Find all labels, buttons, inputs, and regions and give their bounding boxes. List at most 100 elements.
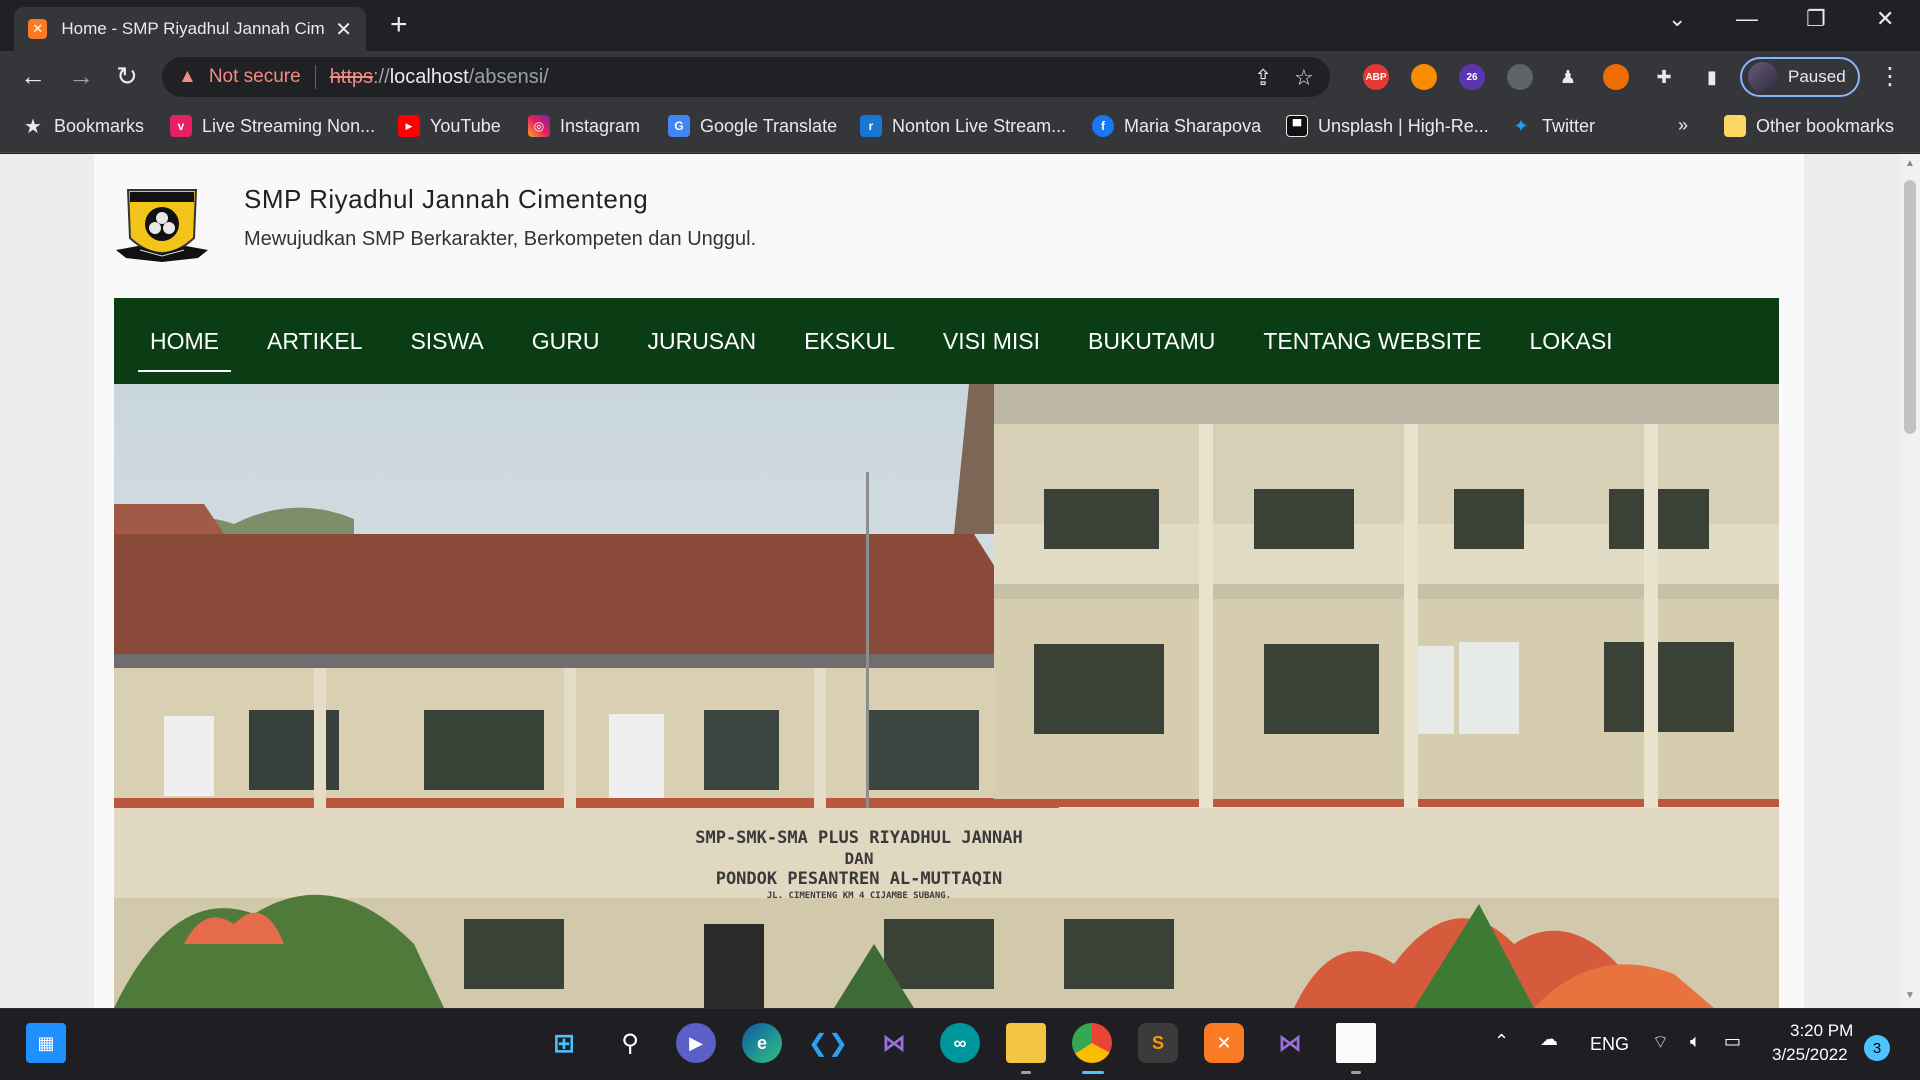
nav-tentang-website[interactable]: TENTANG WEBSITE <box>1251 298 1493 384</box>
puzzle-icon[interactable]: ✚ <box>1651 64 1677 90</box>
nav-home[interactable]: HOME <box>138 298 231 384</box>
edge-icon[interactable]: e <box>742 1023 782 1063</box>
widgets-icon[interactable]: ▦ <box>26 1023 66 1063</box>
bookmarks-overflow-button[interactable]: » <box>1678 115 1688 136</box>
bookmark-stream[interactable]: r Nonton Live Stream... <box>860 115 1066 137</box>
volume-icon[interactable]: 🔈︎ <box>1690 1031 1701 1052</box>
bookmark-star-icon[interactable]: ☆ <box>1294 65 1314 91</box>
scroll-up-icon[interactable]: ▲ <box>1905 158 1915 169</box>
visual-studio-2-icon[interactable]: ⋈ <box>1270 1023 1310 1063</box>
adblock-icon[interactable]: ABP <box>1363 64 1389 90</box>
other-bookmarks[interactable]: Other bookmarks <box>1724 115 1894 137</box>
folder-icon <box>1724 115 1746 137</box>
nav-bukutamu[interactable]: BUKUTAMU <box>1076 298 1227 384</box>
extension-badge-icon[interactable]: 26 <box>1459 64 1485 90</box>
language-indicator[interactable]: ENG <box>1590 1034 1629 1055</box>
bookmark-twitter[interactable]: ✦ Twitter <box>1510 115 1595 137</box>
hero-school-photo: SMP-SMK-SMA PLUS RIYADHUL JANNAH DAN PON… <box>114 384 1779 1008</box>
bookmark-unsplash[interactable]: ▀ Unsplash | High-Re... <box>1286 115 1489 137</box>
bookmark-label: Bookmarks <box>54 115 145 136</box>
hero-sign-line3: PONDOK PESANTREN AL-MUTTAQIN <box>716 869 1003 889</box>
bookmark-label: Google Translate <box>700 115 838 136</box>
restore-icon[interactable]: ❐ <box>1806 6 1826 32</box>
arduino-icon[interactable]: ∞ <box>940 1023 980 1063</box>
bookmarks-bar: ★ Bookmarks v Live Streaming Non... ▶ Yo… <box>0 103 1920 153</box>
xampp-icon: ✕ <box>28 19 48 39</box>
menu-icon[interactable]: ⋮ <box>1878 62 1902 91</box>
bookmark-apps[interactable]: ★ Bookmarks <box>22 115 145 138</box>
tab-bar: ✕ Home - SMP Riyadhul Jannah Cimenteng ✕… <box>0 0 1920 51</box>
bookmark-label: Unsplash | High-Re... <box>1318 115 1489 136</box>
onedrive-icon[interactable]: ☁ <box>1540 1029 1558 1050</box>
nav-ekskul[interactable]: EKSKUL <box>792 298 907 384</box>
notepad-running-indicator <box>1351 1071 1361 1074</box>
warning-icon[interactable]: ▲ <box>178 66 197 88</box>
nav-artikel[interactable]: ARTIKEL <box>255 298 374 384</box>
google-translate-icon: G <box>668 115 690 137</box>
scroll-thumb[interactable] <box>1904 180 1916 434</box>
bookmark-label: Twitter <box>1542 115 1596 136</box>
clock-date[interactable]: 3/25/2022 <box>1772 1045 1848 1065</box>
nav-jurusan[interactable]: JURUSAN <box>635 298 768 384</box>
security-label[interactable]: Not secure <box>209 66 301 88</box>
tab-search-icon[interactable]: ⌄ <box>1668 6 1686 32</box>
browser-tab[interactable]: ✕ Home - SMP Riyadhul Jannah Cimenteng ✕ <box>14 7 366 51</box>
address-bar[interactable]: ▲ Not secure https :// localhost /absens… <box>162 57 1330 97</box>
extension-person-icon[interactable]: ♟ <box>1555 64 1581 90</box>
clock-time[interactable]: 3:20 PM <box>1790 1021 1853 1041</box>
wifi-icon[interactable]: ⌔ <box>1652 1031 1669 1054</box>
extension-moon-icon[interactable] <box>1603 64 1629 90</box>
youtube-icon: ▶ <box>398 115 420 137</box>
xampp-icon[interactable]: ✕ <box>1204 1023 1244 1063</box>
site-title[interactable]: SMP Riyadhul Jannah Cimenteng <box>244 184 648 215</box>
forward-icon[interactable]: → <box>68 61 94 92</box>
share-icon[interactable]: ⇪ <box>1254 65 1272 91</box>
nav-visi-misi[interactable]: VISI MISI <box>931 298 1052 384</box>
side-panel-icon[interactable]: ▮ <box>1699 64 1725 90</box>
reload-icon[interactable]: ↻ <box>116 61 138 92</box>
notepad-icon[interactable] <box>1336 1023 1376 1063</box>
bookmark-facebook[interactable]: f Maria Sharapova <box>1092 115 1261 137</box>
minimize-icon[interactable]: — <box>1736 6 1758 32</box>
stream-icon: r <box>860 115 882 137</box>
chrome-icon[interactable] <box>1072 1023 1112 1063</box>
tray-chevron-icon[interactable]: ⌃ <box>1494 1031 1509 1052</box>
bookmark-instagram[interactable]: ◎ Instagram <box>528 115 640 137</box>
extension-orange-icon[interactable] <box>1411 64 1437 90</box>
bookmark-google-translate[interactable]: G Google Translate <box>668 115 837 137</box>
search-icon[interactable]: ⚲ <box>610 1023 650 1063</box>
nav-guru[interactable]: GURU <box>520 298 612 384</box>
url-host: localhost <box>389 65 469 88</box>
notification-badge[interactable]: 3 <box>1864 1035 1890 1061</box>
unsplash-icon: ▀ <box>1286 115 1308 137</box>
teams-chat-icon[interactable]: ▶ <box>676 1023 716 1063</box>
shield-icon[interactable] <box>1507 64 1533 90</box>
main-navbar: HOME ARTIKEL SISWA GURU JURUSAN EKSKUL V… <box>114 298 1779 384</box>
file-explorer-icon[interactable] <box>1006 1023 1046 1063</box>
page-viewport: SMP Riyadhul Jannah Cimenteng Mewujudkan… <box>0 154 1900 1008</box>
visual-studio-icon[interactable]: ⋈ <box>874 1023 914 1063</box>
back-icon[interactable]: ← <box>20 61 46 92</box>
bookmark-youtube[interactable]: ▶ YouTube <box>398 115 501 137</box>
bookmark-label: Maria Sharapova <box>1124 115 1262 136</box>
other-bookmarks-label: Other bookmarks <box>1756 115 1895 136</box>
profile-button[interactable]: Paused <box>1740 57 1860 97</box>
scroll-down-icon[interactable]: ▼ <box>1905 990 1915 1001</box>
vscode-icon[interactable]: ❮❯ <box>808 1023 848 1063</box>
overflow-label: » <box>1678 115 1689 135</box>
instagram-icon: ◎ <box>528 115 550 137</box>
bookmark-vidio[interactable]: v Live Streaming Non... <box>170 115 375 137</box>
bookmark-label: Nonton Live Stream... <box>892 115 1067 136</box>
start-windows-icon[interactable]: ⊞ <box>544 1023 584 1063</box>
close-window-icon[interactable]: ✕ <box>1876 6 1894 32</box>
new-tab-button[interactable]: + <box>390 8 408 42</box>
browser-toolbar: ← → ↻ ▲ Not secure https :// localhost /… <box>0 51 1920 103</box>
nav-siswa[interactable]: SISWA <box>398 298 495 384</box>
tab-close-icon[interactable]: ✕ <box>335 17 352 42</box>
page-container: SMP Riyadhul Jannah Cimenteng Mewujudkan… <box>94 154 1804 1008</box>
battery-icon[interactable]: ▭ <box>1724 1031 1741 1052</box>
sublime-text-icon[interactable]: S <box>1138 1023 1178 1063</box>
url-scheme: https <box>329 65 374 88</box>
nav-lokasi[interactable]: LOKASI <box>1517 298 1624 384</box>
page-scrollbar[interactable]: ▲ ▼ <box>1900 154 1920 1008</box>
